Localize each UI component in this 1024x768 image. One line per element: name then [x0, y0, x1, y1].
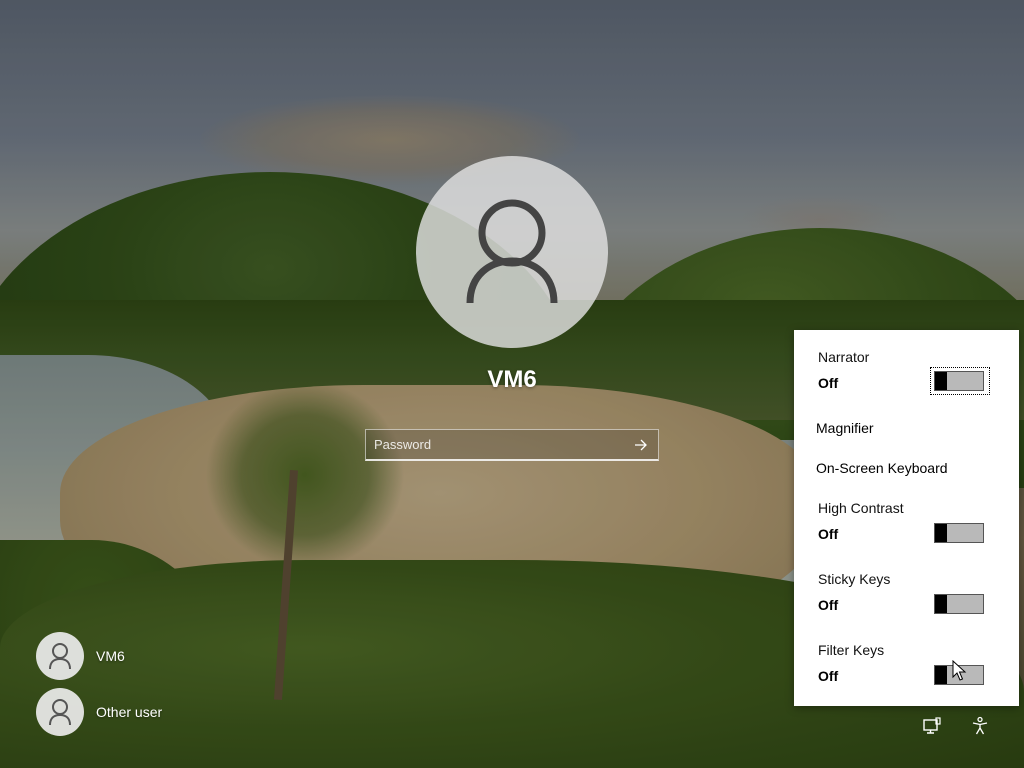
password-input[interactable]: [366, 430, 624, 459]
mouse-cursor-icon: [952, 660, 967, 681]
user-avatar: [416, 156, 608, 348]
user-tile-label: VM6: [96, 648, 125, 664]
username: VM6: [487, 366, 537, 393]
narrator-toggle[interactable]: [934, 371, 984, 391]
network-icon[interactable]: [920, 714, 944, 738]
user-silhouette-icon: [466, 199, 558, 304]
submit-button[interactable]: [624, 430, 658, 459]
narrator-title: Narrator: [818, 349, 870, 365]
sticky-keys-title: Sticky Keys: [818, 571, 891, 587]
sticky-keys-toggle[interactable]: [934, 594, 984, 614]
high-contrast-toggle[interactable]: [934, 523, 984, 543]
sticky-keys-state: Off: [818, 597, 839, 613]
high-contrast-title: High Contrast: [818, 500, 904, 516]
arrow-right-icon: [635, 439, 647, 450]
user-tile-other-user[interactable]: Other user: [36, 688, 162, 736]
accessibility-icon[interactable]: [968, 714, 992, 738]
user-icon: [36, 632, 84, 680]
user-icon: [36, 688, 84, 736]
onscreen-keyboard-button[interactable]: On-Screen Keyboard: [816, 460, 948, 476]
filter-keys-title: Filter Keys: [818, 642, 885, 658]
user-switcher: VM6 Other user: [36, 632, 162, 744]
accessibility-flyout: Narrator Off Magnifier On-Screen Keyboar…: [794, 330, 1019, 706]
password-box: [365, 429, 659, 461]
narrator-state: Off: [818, 375, 839, 391]
magnifier-button[interactable]: Magnifier: [816, 420, 874, 436]
user-tile-label: Other user: [96, 704, 163, 720]
filter-keys-state: Off: [818, 668, 839, 684]
high-contrast-state: Off: [818, 526, 839, 542]
user-tile-vm6[interactable]: VM6: [36, 632, 162, 680]
